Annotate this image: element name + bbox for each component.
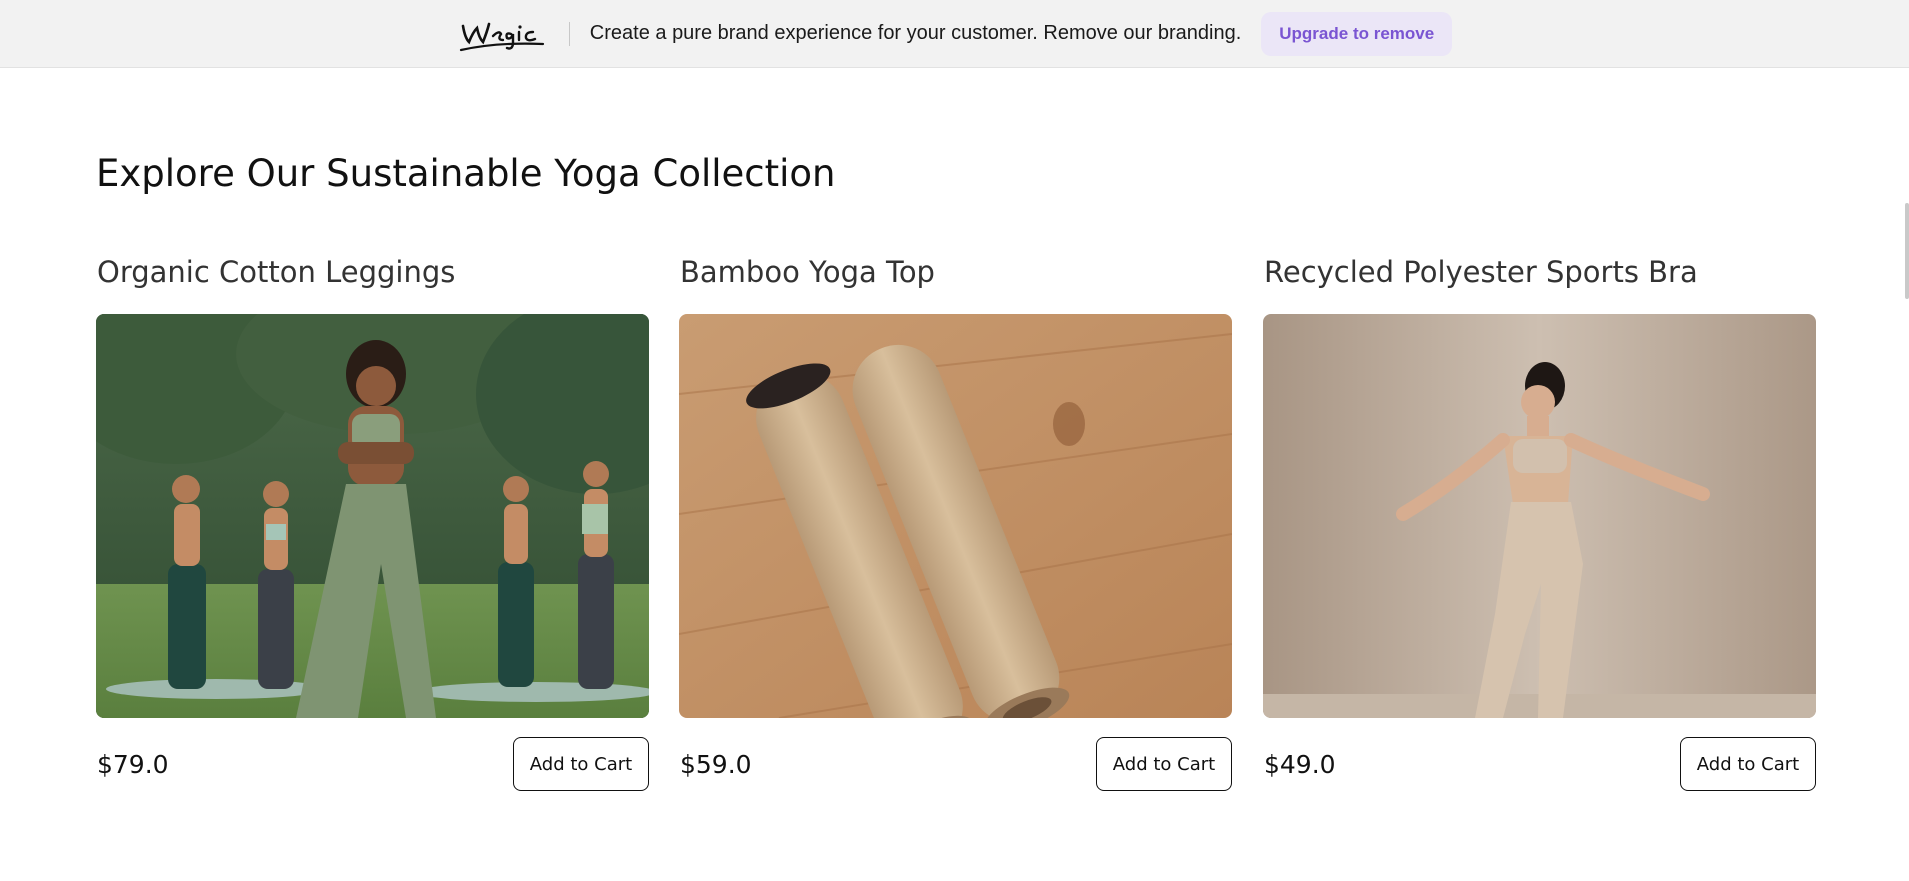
- product-name: Recycled Polyester Sports Bra: [1264, 255, 1698, 289]
- dancer-photo: [1263, 314, 1816, 718]
- banner-divider: [568, 21, 570, 46]
- add-to-cart-button[interactable]: Add to Cart: [1680, 737, 1816, 791]
- upgrade-button[interactable]: Upgrade to remove: [1261, 11, 1453, 56]
- wegic-logo[interactable]: [457, 14, 547, 54]
- product-image[interactable]: [96, 314, 649, 718]
- product-image[interactable]: [1263, 314, 1816, 718]
- product-price: $59.0: [680, 749, 752, 779]
- product-card: Organic Cotton Leggings $79.0 Add to Car…: [96, 250, 649, 791]
- group-yoga-photo: [96, 314, 649, 718]
- add-to-cart-button[interactable]: Add to Cart: [513, 737, 649, 791]
- product-name: Bamboo Yoga Top: [680, 255, 935, 289]
- product-footer: $59.0 Add to Cart: [679, 737, 1232, 791]
- product-card: Bamboo Yoga Top $59.0 Add to Cart: [679, 250, 1232, 791]
- product-price: $49.0: [1264, 749, 1336, 779]
- product-name: Organic Cotton Leggings: [97, 255, 456, 289]
- product-footer: $49.0 Add to Cart: [1263, 737, 1816, 791]
- branding-banner: Create a pure brand experience for your …: [0, 0, 1909, 68]
- product-price: $79.0: [97, 749, 169, 779]
- branding-banner-content: Create a pure brand experience for your …: [457, 11, 1453, 56]
- banner-message: Create a pure brand experience for your …: [589, 22, 1242, 44]
- add-to-cart-button[interactable]: Add to Cart: [1096, 737, 1232, 791]
- product-card: Recycled Polyester Sports Bra $49.0 Add …: [1263, 250, 1816, 791]
- product-footer: $79.0 Add to Cart: [96, 737, 649, 791]
- section-title: Explore Our Sustainable Yoga Collection: [96, 152, 836, 195]
- rolled-yoga-mats-photo: [679, 314, 1232, 718]
- product-image[interactable]: [679, 314, 1232, 718]
- scrollbar-thumb[interactable]: [1905, 203, 1909, 299]
